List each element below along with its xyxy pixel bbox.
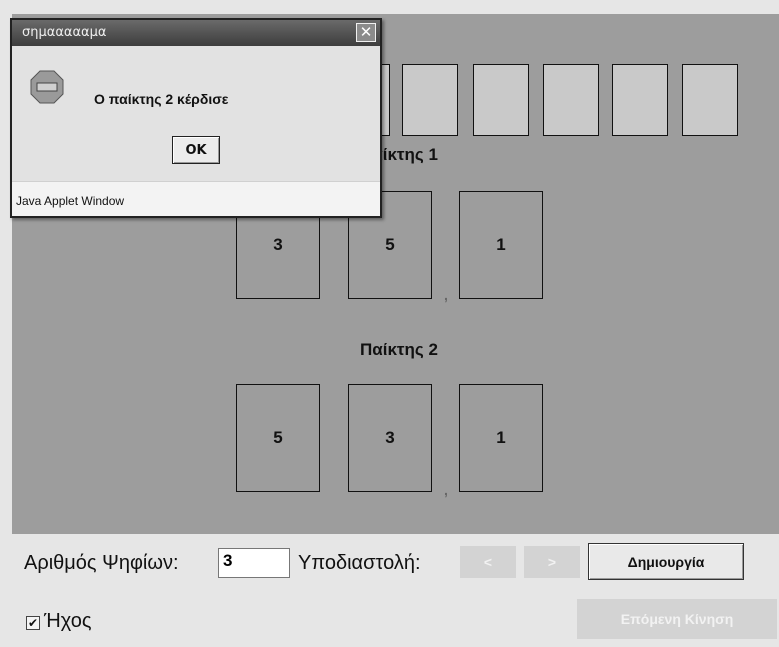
empty-digit-slot xyxy=(402,64,458,136)
sound-label: Ήχος xyxy=(44,610,92,632)
close-icon[interactable]: ✕ xyxy=(356,23,376,42)
player1-card-3[interactable]: 1 xyxy=(459,191,543,299)
player2-card-3[interactable]: 1 xyxy=(459,384,543,492)
stop-sign-icon xyxy=(30,70,64,104)
decimal-right-button[interactable]: > xyxy=(524,546,580,578)
control-panel: Αριθμός Ψηφίων: 3 Υποδιαστολή: < > Δημιο… xyxy=(0,534,779,647)
player2-card-1[interactable]: 5 xyxy=(236,384,320,492)
decimal-comma: , xyxy=(444,482,448,498)
sound-checkbox[interactable]: ✔ xyxy=(26,616,40,630)
result-dialog: σημαααααμα ✕ Ο παίκτης 2 κέρδισε OK Java… xyxy=(10,18,382,218)
dialog-titlebar[interactable]: σημαααααμα ✕ xyxy=(12,20,380,46)
next-move-button[interactable]: Επόμενη Κίνηση xyxy=(577,599,777,639)
create-button[interactable]: Δημιουργία xyxy=(588,543,744,580)
dialog-footer: Java Applet Window xyxy=(12,181,380,216)
decimal-left-button[interactable]: < xyxy=(460,546,516,578)
player2-label: Παίκτης 2 xyxy=(360,340,438,359)
dialog-message: Ο παίκτης 2 κέρδισε xyxy=(94,91,229,107)
empty-digit-slot xyxy=(543,64,599,136)
empty-digit-slot xyxy=(682,64,738,136)
empty-digit-slot xyxy=(473,64,529,136)
decimal-comma: , xyxy=(444,287,448,303)
decimal-label: Υποδιαστολή: xyxy=(298,552,421,574)
dialog-title: σημαααααμα xyxy=(22,25,107,40)
digits-label: Αριθμός Ψηφίων: xyxy=(24,552,179,574)
applet-window-label: Java Applet Window xyxy=(16,194,125,208)
digits-input[interactable]: 3 xyxy=(218,548,290,578)
player2-card-2[interactable]: 3 xyxy=(348,384,432,492)
ok-button[interactable]: OK xyxy=(172,136,220,164)
empty-digit-slot xyxy=(612,64,668,136)
